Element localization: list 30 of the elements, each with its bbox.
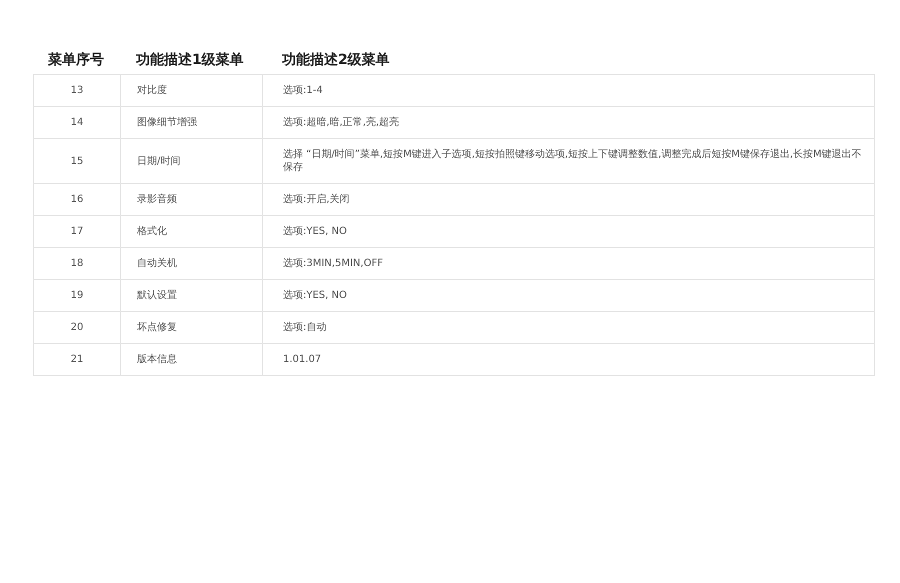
table-cell: 选项:超暗,暗,正常,亮,超亮 [262,106,874,138]
table-cell: 坏点修复 [120,312,262,344]
table-cell: 选择 “日期/时间”菜单,短按M键进入子选项,短按拍照键移动选项,短按上下键调整数值,调整完成后短按M键保存退出,长按M键退出不保存 [262,138,874,184]
column-header: 功能描述2级菜单 [282,52,390,68]
table-cell: 13 [34,74,120,106]
table-cell: 18 [34,248,120,280]
table-cell: 选项:开启,关闭 [262,184,874,216]
table-cell: 自动关机 [120,248,262,280]
table-cell: 选项:自动 [262,312,874,344]
table-cell: 14 [34,106,120,138]
table-cell: 选项:YES, NO [262,216,874,248]
table-cell: 选项:YES, NO [262,280,874,312]
table-cell: 16 [34,184,120,216]
table-cell: 选项:3MIN,5MIN,OFF [262,248,874,280]
table-cell: 19 [34,280,120,312]
table-cell: 17 [34,216,120,248]
table-cell: 录影音频 [120,184,262,216]
table-cell: 对比度 [120,74,262,106]
table-cell: 版本信息 [120,344,262,376]
table-cell: 图像细节增强 [120,106,262,138]
table-cell: 21 [34,344,120,376]
table-cell: 默认设置 [120,280,262,312]
table-cell: 日期/时间 [120,138,262,184]
table-cell: 格式化 [120,216,262,248]
table-cell: 1.01.07 [262,344,874,376]
column-header: 菜单序号 [48,52,104,68]
table-cell: 15 [34,138,120,184]
table-cell: 20 [34,312,120,344]
table-cell: 选项:1-4 [262,74,874,106]
column-header: 功能描述1级菜单 [136,52,244,68]
